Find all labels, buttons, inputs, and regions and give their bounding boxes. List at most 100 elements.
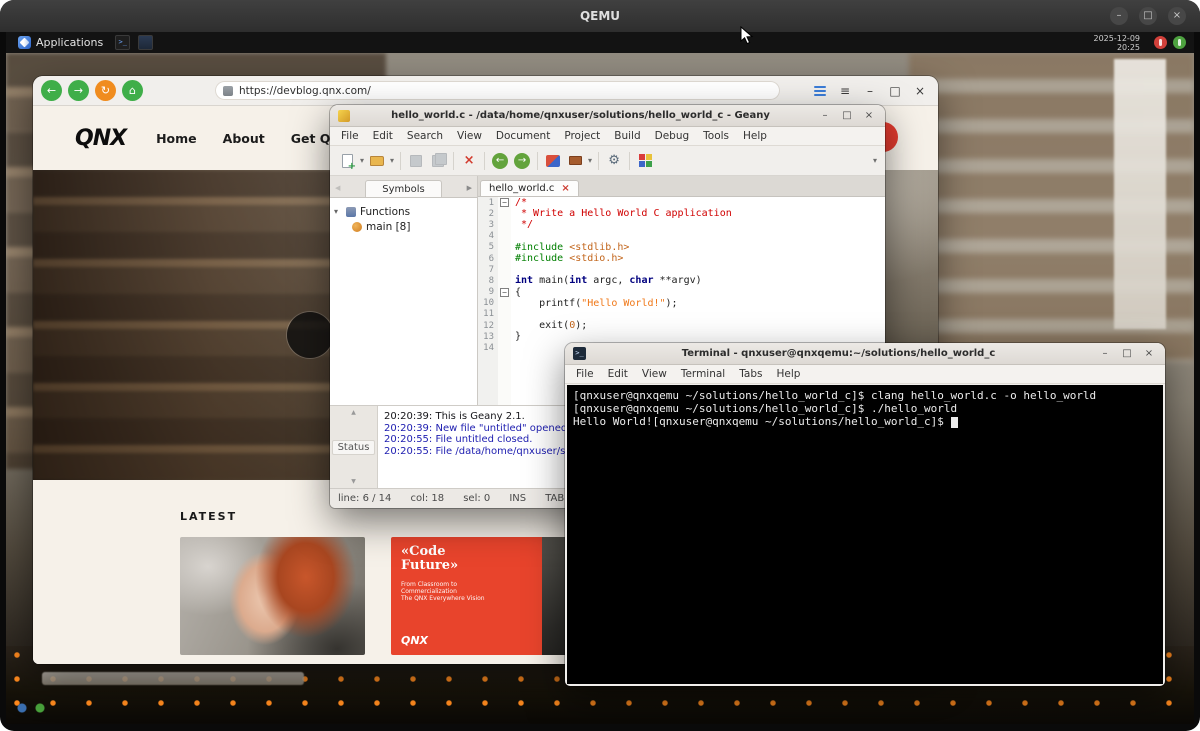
window-buttons-icon[interactable]	[138, 35, 153, 50]
minimize-icon[interactable]: –	[1097, 348, 1113, 359]
menu-file[interactable]: File	[334, 129, 366, 143]
maximize-icon[interactable]: □	[1139, 7, 1157, 25]
menu-search[interactable]: Search	[400, 129, 450, 143]
menu-help[interactable]: Help	[769, 367, 807, 381]
tab-status[interactable]: Status	[332, 440, 376, 455]
close-icon[interactable]: ×	[910, 81, 930, 101]
site-logo[interactable]: QNX	[75, 126, 126, 151]
execute-icon[interactable]: ⚙	[603, 150, 625, 172]
menu-edit[interactable]: Edit	[366, 129, 400, 143]
close-icon[interactable]: ×	[861, 110, 877, 121]
url-bar[interactable]: https://devblog.qnx.com/	[215, 81, 780, 100]
menu-terminal[interactable]: Terminal	[674, 367, 732, 381]
open-file-icon[interactable]	[366, 150, 388, 172]
line-number: 3	[478, 220, 498, 230]
line-number: 4	[478, 231, 498, 241]
navigate-forward-icon[interactable]: →	[511, 150, 533, 172]
maximize-icon[interactable]: □	[839, 110, 855, 121]
power-button[interactable]	[1154, 36, 1167, 49]
toolbar-overflow-icon[interactable]: ▾	[871, 156, 879, 165]
terminal-launcher-icon[interactable]: >_	[115, 35, 130, 50]
terminal-titlebar[interactable]: >_ Terminal - qnxuser@qnxqemu:~/solution…	[565, 343, 1165, 365]
build-dropdown-icon[interactable]: ▾	[586, 156, 594, 165]
menu-tools[interactable]: Tools	[696, 129, 736, 143]
close-icon[interactable]: ×	[1168, 7, 1186, 25]
menu-help[interactable]: Help	[736, 129, 774, 143]
fold-margin: −	[498, 198, 511, 207]
open-dropdown-icon[interactable]: ▾	[388, 156, 396, 165]
new-document-icon[interactable]: +	[336, 150, 358, 172]
close-tab-icon[interactable]: ×	[561, 183, 569, 194]
back-icon[interactable]: ←	[41, 80, 62, 101]
sidebar-toggle-icon[interactable]	[810, 81, 830, 101]
code-line: 2 * Write a Hello World C application	[478, 208, 885, 219]
menu-project[interactable]: Project	[557, 129, 607, 143]
guest-screen: Applications >_ 2025-12-09 20:25 ←	[6, 32, 1194, 724]
tabs-scroll-up-icon[interactable]: ▲	[351, 409, 356, 416]
fold-toggle-icon[interactable]: −	[500, 288, 509, 297]
article-title: «Code Future»	[401, 545, 458, 573]
fold-toggle-icon[interactable]: −	[500, 198, 509, 207]
nav-link-home[interactable]: Home	[156, 131, 197, 146]
close-document-icon[interactable]: ×	[458, 150, 480, 172]
menu-document[interactable]: Document	[489, 129, 557, 143]
tab-scroll-left-icon[interactable]: ◀	[332, 184, 343, 197]
compile-icon[interactable]	[542, 150, 564, 172]
terminal-screen[interactable]: [qnxuser@qnxqemu ~/solutions/hello_world…	[567, 385, 1163, 684]
nav-link-about[interactable]: About	[223, 131, 265, 146]
qemu-titlebar[interactable]: QEMU – □ ×	[0, 0, 1200, 32]
home-icon[interactable]: ⌂	[122, 80, 143, 101]
symbols-tree-main[interactable]: main [8]	[334, 219, 473, 234]
close-icon[interactable]: ×	[1141, 348, 1157, 359]
color-chooser-icon[interactable]	[634, 150, 656, 172]
menu-debug[interactable]: Debug	[648, 129, 697, 143]
line-number: 2	[478, 209, 498, 219]
navigate-back-icon[interactable]: ←	[489, 150, 511, 172]
terminal-line: Hello World![qnxuser@qnxqemu ~/solutions…	[573, 415, 1157, 428]
tab-scroll-right-icon[interactable]: ▶	[464, 184, 475, 197]
geany-titlebar[interactable]: hello_world.c - /data/home/qnxuser/solut…	[330, 105, 885, 127]
page-icon	[223, 86, 233, 96]
sidebar-tabs: ◀ Symbols ▶	[330, 176, 477, 198]
save-icon[interactable]	[405, 150, 427, 172]
menu-file[interactable]: File	[569, 367, 601, 381]
wallpaper-pillar	[1114, 59, 1166, 329]
menu-view[interactable]: View	[450, 129, 489, 143]
menu-build[interactable]: Build	[607, 129, 647, 143]
terminal-cursor	[951, 417, 958, 428]
build-icon[interactable]	[564, 150, 586, 172]
new-dropdown-icon[interactable]: ▾	[358, 156, 366, 165]
code-line: 11	[478, 309, 885, 320]
symbols-panel: ▾ Functions main [8]	[330, 198, 477, 405]
menu-icon[interactable]: ≡	[835, 81, 855, 101]
clock[interactable]: 2025-12-09 20:25	[1094, 34, 1149, 52]
line-number: 12	[478, 321, 498, 331]
article-card-photo[interactable]	[180, 537, 365, 655]
browser-toolbar[interactable]: ← → ↻ ⌂ https://devblog.qnx.com/ ≡ – □ ×	[33, 76, 938, 106]
tabs-scroll-down-icon[interactable]: ▼	[351, 478, 356, 485]
line-number: 1	[478, 198, 498, 208]
minimize-icon[interactable]: –	[817, 110, 833, 121]
maximize-icon[interactable]: □	[885, 81, 905, 101]
tab-symbols[interactable]: Symbols	[365, 180, 441, 197]
menu-tabs[interactable]: Tabs	[732, 367, 769, 381]
minimize-icon[interactable]: –	[1110, 7, 1128, 25]
menu-edit[interactable]: Edit	[601, 367, 635, 381]
desktop-panel: Applications >_ 2025-12-09 20:25	[6, 32, 1194, 53]
expander-icon[interactable]: ▾	[334, 207, 342, 216]
applications-menu-button[interactable]: Applications	[14, 36, 107, 49]
line-number: 10	[478, 298, 498, 308]
reload-icon[interactable]: ↻	[95, 80, 116, 101]
line-number: 8	[478, 276, 498, 286]
fold-margin: −	[498, 288, 511, 297]
save-all-icon[interactable]	[427, 150, 449, 172]
code-text: exit(0);	[511, 320, 587, 331]
hero-overlay-button[interactable]	[287, 312, 333, 358]
minimize-icon[interactable]: –	[860, 81, 880, 101]
maximize-icon[interactable]: □	[1119, 348, 1135, 359]
symbols-tree-functions[interactable]: ▾ Functions	[334, 204, 473, 219]
forward-icon[interactable]: →	[68, 80, 89, 101]
tab-hello-world-c[interactable]: hello_world.c ×	[480, 180, 579, 196]
menu-view[interactable]: View	[635, 367, 674, 381]
user-button[interactable]	[1173, 36, 1186, 49]
